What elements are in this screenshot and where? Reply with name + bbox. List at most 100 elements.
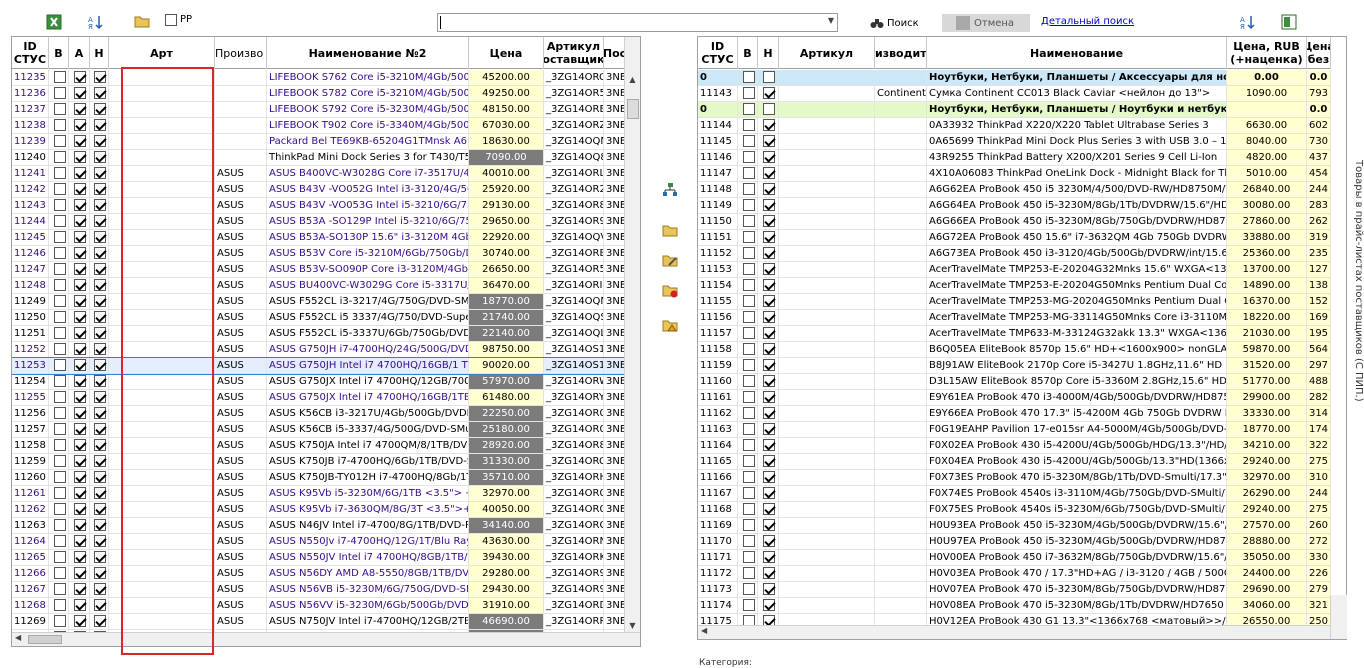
cell-article[interactable]	[779, 278, 875, 293]
table-row[interactable]: 11169 H0U93EA ProBook 450 i5-3230M/4Gb/50…	[698, 518, 1331, 534]
checkbox-checked[interactable]	[763, 247, 775, 259]
checkbox[interactable]	[742, 423, 755, 435]
checkbox[interactable]	[742, 103, 755, 115]
checkbox-checked[interactable]	[74, 119, 86, 131]
checkbox-checked[interactable]	[763, 535, 775, 547]
checkbox-checked[interactable]	[74, 343, 86, 355]
table-row[interactable]: 11267 ASUS ASUS N56VB i5-3230M/6G/750G/DVD…	[12, 582, 626, 598]
table-row[interactable]: 11160 D3L15AW EliteBook 8570p Core i5-336…	[698, 374, 1331, 390]
checkbox[interactable]	[53, 343, 66, 355]
cell-article[interactable]	[779, 438, 875, 453]
checkbox[interactable]	[53, 279, 66, 291]
checkbox[interactable]	[53, 295, 66, 307]
cell-a[interactable]	[69, 438, 90, 453]
cell-n[interactable]	[90, 166, 109, 181]
checkbox-checked[interactable]	[74, 471, 86, 483]
cell-n[interactable]	[90, 294, 109, 309]
cell-n[interactable]	[90, 470, 109, 485]
cancel-button[interactable]: Отмена	[942, 14, 1030, 32]
cell-a[interactable]	[69, 550, 90, 565]
checkbox-checked[interactable]	[74, 439, 86, 451]
right-hscroll[interactable]: ◀	[698, 625, 1346, 639]
cell-n[interactable]	[758, 70, 779, 85]
cell-b[interactable]	[49, 598, 69, 613]
cell-n[interactable]	[90, 406, 109, 421]
cell-n[interactable]	[90, 278, 109, 293]
cell-b[interactable]	[738, 214, 758, 229]
cell-a[interactable]	[69, 310, 90, 325]
cell-n[interactable]	[90, 582, 109, 597]
col-n[interactable]: Н	[90, 37, 109, 69]
cell-b[interactable]	[49, 534, 69, 549]
cell-a[interactable]	[69, 262, 90, 277]
cell-article[interactable]	[779, 406, 875, 421]
checkbox-checked[interactable]	[74, 407, 86, 419]
cell-b[interactable]	[49, 358, 69, 373]
checkbox-checked[interactable]	[94, 263, 106, 275]
cell-b[interactable]	[49, 150, 69, 165]
checkbox-checked[interactable]	[94, 247, 106, 259]
checkbox[interactable]	[53, 71, 66, 83]
cell-n[interactable]	[758, 406, 779, 421]
cell-article[interactable]	[779, 582, 875, 597]
cell-b[interactable]	[49, 230, 69, 245]
table-row[interactable]: 11145 0A65699 ThinkPad Mini Dock Plus Ser…	[698, 134, 1331, 150]
checkbox-checked[interactable]	[94, 135, 106, 147]
cell-b[interactable]	[738, 358, 758, 373]
checkbox[interactable]	[53, 391, 66, 403]
folder-warning-icon[interactable]	[662, 317, 678, 333]
cell-n[interactable]	[758, 470, 779, 485]
checkbox-checked[interactable]	[74, 535, 86, 547]
cell-b[interactable]	[49, 582, 69, 597]
cell-article[interactable]	[779, 198, 875, 213]
cell-a[interactable]	[69, 214, 90, 229]
cell-article[interactable]	[779, 70, 875, 85]
checkbox-checked[interactable]	[74, 247, 86, 259]
table-row[interactable]: 11150 A6G66EA ProBook 450 i5-3230M/8Gb/75…	[698, 214, 1331, 230]
sort-icon[interactable]: AЯ	[88, 14, 104, 31]
cell-b[interactable]	[738, 102, 758, 117]
cell-n[interactable]	[758, 502, 779, 517]
cell-a[interactable]	[69, 614, 90, 629]
checkbox-checked[interactable]	[94, 327, 106, 339]
cell-n[interactable]	[758, 534, 779, 549]
left-price-grid[interactable]: ID СТУС В А Н Арт Произво Наименование №…	[11, 36, 641, 647]
checkbox-checked[interactable]	[94, 167, 106, 179]
pp-checkbox[interactable]	[165, 14, 177, 26]
checkbox-checked[interactable]	[74, 279, 86, 291]
checkbox-checked[interactable]	[763, 87, 775, 99]
hierarchy-icon[interactable]	[662, 182, 678, 198]
checkbox-checked[interactable]	[74, 455, 86, 467]
checkbox-checked[interactable]	[94, 423, 106, 435]
table-row[interactable]: 11238 LIFEBOOK T902 Core i5-3340M/4Gb/500…	[12, 118, 626, 134]
search-button[interactable]: Поиск	[870, 15, 919, 31]
checkbox-checked[interactable]	[763, 503, 775, 515]
checkbox[interactable]	[742, 295, 755, 307]
checkbox[interactable]	[53, 423, 66, 435]
cell-a[interactable]	[69, 246, 90, 261]
cell-b[interactable]	[738, 166, 758, 181]
table-row[interactable]: 11167 F0X74ES ProBook 4540s i3-3110M/4Gb/…	[698, 486, 1331, 502]
cell-b[interactable]	[738, 438, 758, 453]
folder-icon[interactable]	[662, 222, 678, 238]
cell-b[interactable]	[49, 294, 69, 309]
cell-b[interactable]	[738, 390, 758, 405]
cell-b[interactable]	[49, 614, 69, 629]
table-row[interactable]: 11243 ASUS ASUS B43V -VO053G Intel i5-3210…	[12, 198, 626, 214]
cell-article[interactable]	[779, 454, 875, 469]
cell-n[interactable]	[758, 438, 779, 453]
table-row[interactable]: 11264 ASUS ASUS N550Jv i7-4700HQ/12G/1T/Bl…	[12, 534, 626, 550]
search-combo[interactable]: ▼	[437, 13, 838, 32]
checkbox-checked[interactable]	[94, 487, 106, 499]
table-row[interactable]: 11172 H0V03EA ProBook 470 / 17.3"HD+AG / …	[698, 566, 1331, 582]
cell-article[interactable]	[779, 598, 875, 613]
checkbox-checked[interactable]	[94, 519, 106, 531]
cell-article[interactable]	[779, 166, 875, 181]
table-row[interactable]: 11149 A6G64EA ProBook 450 i5-3230M/8Gb/1T…	[698, 198, 1331, 214]
checkbox[interactable]	[53, 551, 66, 563]
cell-n[interactable]	[758, 598, 779, 613]
checkbox-checked[interactable]	[74, 295, 86, 307]
cell-n[interactable]	[758, 422, 779, 437]
checkbox[interactable]	[53, 183, 66, 195]
checkbox-checked[interactable]	[94, 151, 106, 163]
